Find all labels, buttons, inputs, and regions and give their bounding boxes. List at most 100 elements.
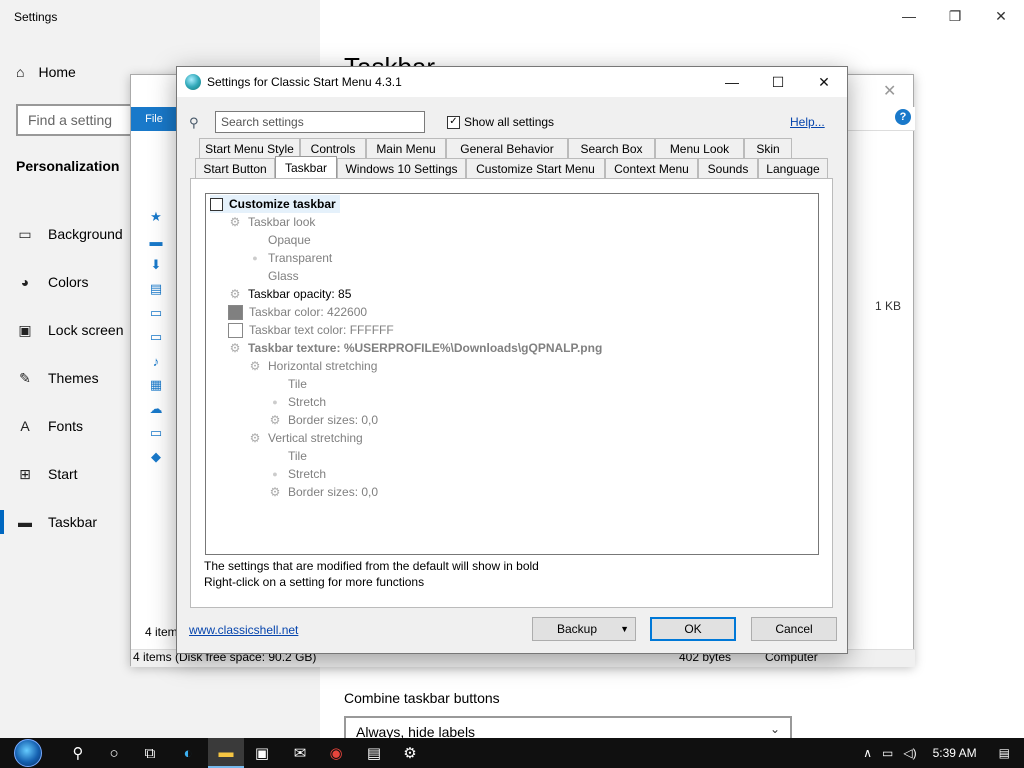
radio-selected-icon: ● — [252, 253, 258, 263]
search-settings-input[interactable]: Search settings — [215, 111, 425, 133]
tree-item-taskbar-opacity[interactable]: ⚙ Taskbar opacity: 85 — [228, 285, 352, 303]
network-icon[interactable]: ▭ — [882, 746, 893, 760]
ok-button[interactable]: OK — [650, 617, 736, 641]
documents-icon[interactable]: ▤ — [131, 277, 181, 301]
tree-item-vertical-stretching[interactable]: ⚙ Vertical stretching — [248, 429, 363, 447]
tree-item-label: Stretch — [288, 395, 327, 409]
notification-icon[interactable]: ▤ — [999, 746, 1010, 760]
tab-windows-10-settings[interactable]: Windows 10 Settings — [337, 158, 466, 178]
tree-item-glass[interactable]: Glass — [248, 267, 299, 285]
tab-skin[interactable]: Skin — [744, 138, 792, 158]
tree-item-tile[interactable]: Tile — [268, 447, 307, 465]
tab-start-button[interactable]: Start Button — [195, 158, 275, 178]
downloads-icon[interactable]: ⬇ — [131, 253, 181, 277]
pictures-icon[interactable]: ▭ — [131, 301, 181, 325]
file-explorer-icon[interactable]: ▬ — [208, 738, 244, 768]
checkbox-unchecked-icon[interactable] — [210, 197, 223, 211]
dialog-titlebar[interactable]: Settings for Classic Start Menu 4.3.1 — … — [177, 67, 847, 97]
start-icon: ⊞ — [19, 465, 31, 482]
maximize-icon[interactable]: ☐ — [755, 67, 801, 97]
settings-gear-icon[interactable]: ⚙ — [392, 738, 428, 768]
tree-item-horizontal-stretching[interactable]: ⚙ Horizontal stretching — [248, 357, 378, 375]
nav-item-label: Start — [48, 466, 78, 482]
tree-item-customize-taskbar[interactable]: Customize taskbar — [210, 195, 340, 213]
clock[interactable]: 5:39 AM — [933, 746, 977, 760]
chrome-icon[interactable]: ◉ — [318, 738, 354, 768]
computer-icon[interactable]: ▭ — [131, 421, 181, 445]
tab-controls[interactable]: Controls — [300, 138, 366, 158]
help-link[interactable]: Help... — [790, 115, 825, 129]
gear-icon: ⚙ — [269, 485, 281, 499]
tree-item-label: Horizontal stretching — [268, 359, 378, 373]
file-size: 1 KB — [875, 299, 902, 313]
7zip-icon[interactable]: ▤ — [356, 738, 392, 768]
home-nav-item[interactable]: ⌂ Home — [16, 64, 76, 80]
tree-item-taskbar-texture[interactable]: ⚙ Taskbar texture: %USERPROFILE%\Downloa… — [228, 339, 603, 357]
backup-button[interactable]: Backup ▼ — [532, 617, 636, 641]
home-icon: ⌂ — [16, 64, 25, 80]
onedrive-icon[interactable]: ☁ — [131, 397, 181, 421]
tree-item-transparent[interactable]: ● Transparent — [248, 249, 332, 267]
tree-item-label: Vertical stretching — [268, 431, 363, 445]
settings-tree[interactable]: Customize taskbar ⚙ Taskbar look Opaque … — [205, 193, 819, 555]
tree-item-taskbar-look[interactable]: ⚙ Taskbar look — [228, 213, 316, 231]
tree-item-stretch[interactable]: ● Stretch — [268, 465, 326, 483]
file-tab[interactable]: File — [131, 107, 177, 131]
task-view-icon[interactable]: ⧉ — [132, 738, 168, 768]
classicshell-link[interactable]: www.classicshell.net — [189, 623, 298, 637]
tree-item-border-sizes[interactable]: ⚙ Border sizes: 0,0 — [268, 411, 378, 429]
tab-taskbar[interactable]: Taskbar — [275, 156, 337, 178]
close-icon[interactable]: ✕ — [978, 0, 1024, 32]
show-all-label: Show all settings — [464, 115, 555, 129]
minimize-icon[interactable]: — — [886, 0, 932, 32]
mail-icon[interactable]: ✉ — [282, 738, 318, 768]
radio-selected-icon: ● — [272, 397, 278, 407]
checkbox-checked-icon: ✓ — [447, 115, 460, 129]
cortana-icon[interactable]: ○ — [96, 738, 132, 768]
restore-icon[interactable]: ❐ — [932, 0, 978, 32]
close-icon[interactable]: ✕ — [883, 81, 896, 101]
chevron-down-icon: ⌄ — [769, 722, 780, 736]
network-icon[interactable]: ◆ — [131, 445, 181, 469]
tree-item-label: Tile — [288, 377, 307, 391]
tree-item-opaque[interactable]: Opaque — [248, 231, 311, 249]
tree-item-label: Stretch — [288, 467, 327, 481]
tab-language[interactable]: Language — [758, 158, 828, 178]
palette-icon: ◕ — [20, 274, 30, 290]
tab-context-menu[interactable]: Context Menu — [605, 158, 698, 178]
system-tray: ∧ ▭ ◁) 5:39 AM ▤ — [863, 738, 1024, 768]
tab-general-behavior[interactable]: General Behavior — [446, 138, 568, 158]
cancel-button[interactable]: Cancel — [751, 617, 837, 641]
tree-item-border-sizes[interactable]: ⚙ Border sizes: 0,0 — [268, 483, 378, 501]
close-icon[interactable]: ✕ — [801, 67, 847, 97]
home-label: Home — [38, 64, 76, 80]
store-icon[interactable]: ▣ — [244, 738, 280, 768]
chevron-up-icon[interactable]: ∧ — [863, 746, 872, 760]
this-pc-icon[interactable]: ▭ — [131, 325, 181, 349]
gear-icon: ⚙ — [269, 413, 281, 427]
tab-menu-look[interactable]: Menu Look — [655, 138, 744, 158]
quick-access-icon[interactable]: ★ — [131, 205, 181, 229]
edge-icon[interactable]: ◐ — [170, 738, 206, 768]
help-icon[interactable]: ? — [895, 109, 911, 125]
tab-main-menu[interactable]: Main Menu — [366, 138, 446, 158]
music-icon[interactable]: ♪ — [131, 349, 181, 373]
tree-item-stretch[interactable]: ● Stretch — [268, 393, 326, 411]
desktop-icon[interactable]: ▬ — [131, 229, 181, 253]
tree-item-tile[interactable]: Tile — [268, 375, 307, 393]
tab-customize-start-menu[interactable]: Customize Start Menu — [466, 158, 605, 178]
tree-item-taskbar-color[interactable]: Taskbar color: 422600 — [228, 303, 367, 321]
radio-empty — [248, 269, 262, 283]
tab-sounds[interactable]: Sounds — [698, 158, 758, 178]
tab-search-box[interactable]: Search Box — [568, 138, 655, 158]
tree-item-label: Border sizes: 0,0 — [288, 413, 379, 427]
search-icon[interactable]: ⚲ — [60, 738, 96, 768]
volume-icon[interactable]: ◁) — [903, 746, 916, 760]
videos-icon[interactable]: ▦ — [131, 373, 181, 397]
minimize-icon[interactable]: — — [709, 67, 755, 97]
start-button[interactable] — [8, 739, 48, 767]
tab-start-menu-style[interactable]: Start Menu Style — [199, 138, 300, 158]
show-all-settings-checkbox[interactable]: ✓ Show all settings — [447, 115, 554, 129]
tree-item-taskbar-text-color[interactable]: Taskbar text color: FFFFFF — [228, 321, 394, 339]
combine-buttons-select[interactable]: Always, hide labels ⌄ — [344, 716, 792, 738]
